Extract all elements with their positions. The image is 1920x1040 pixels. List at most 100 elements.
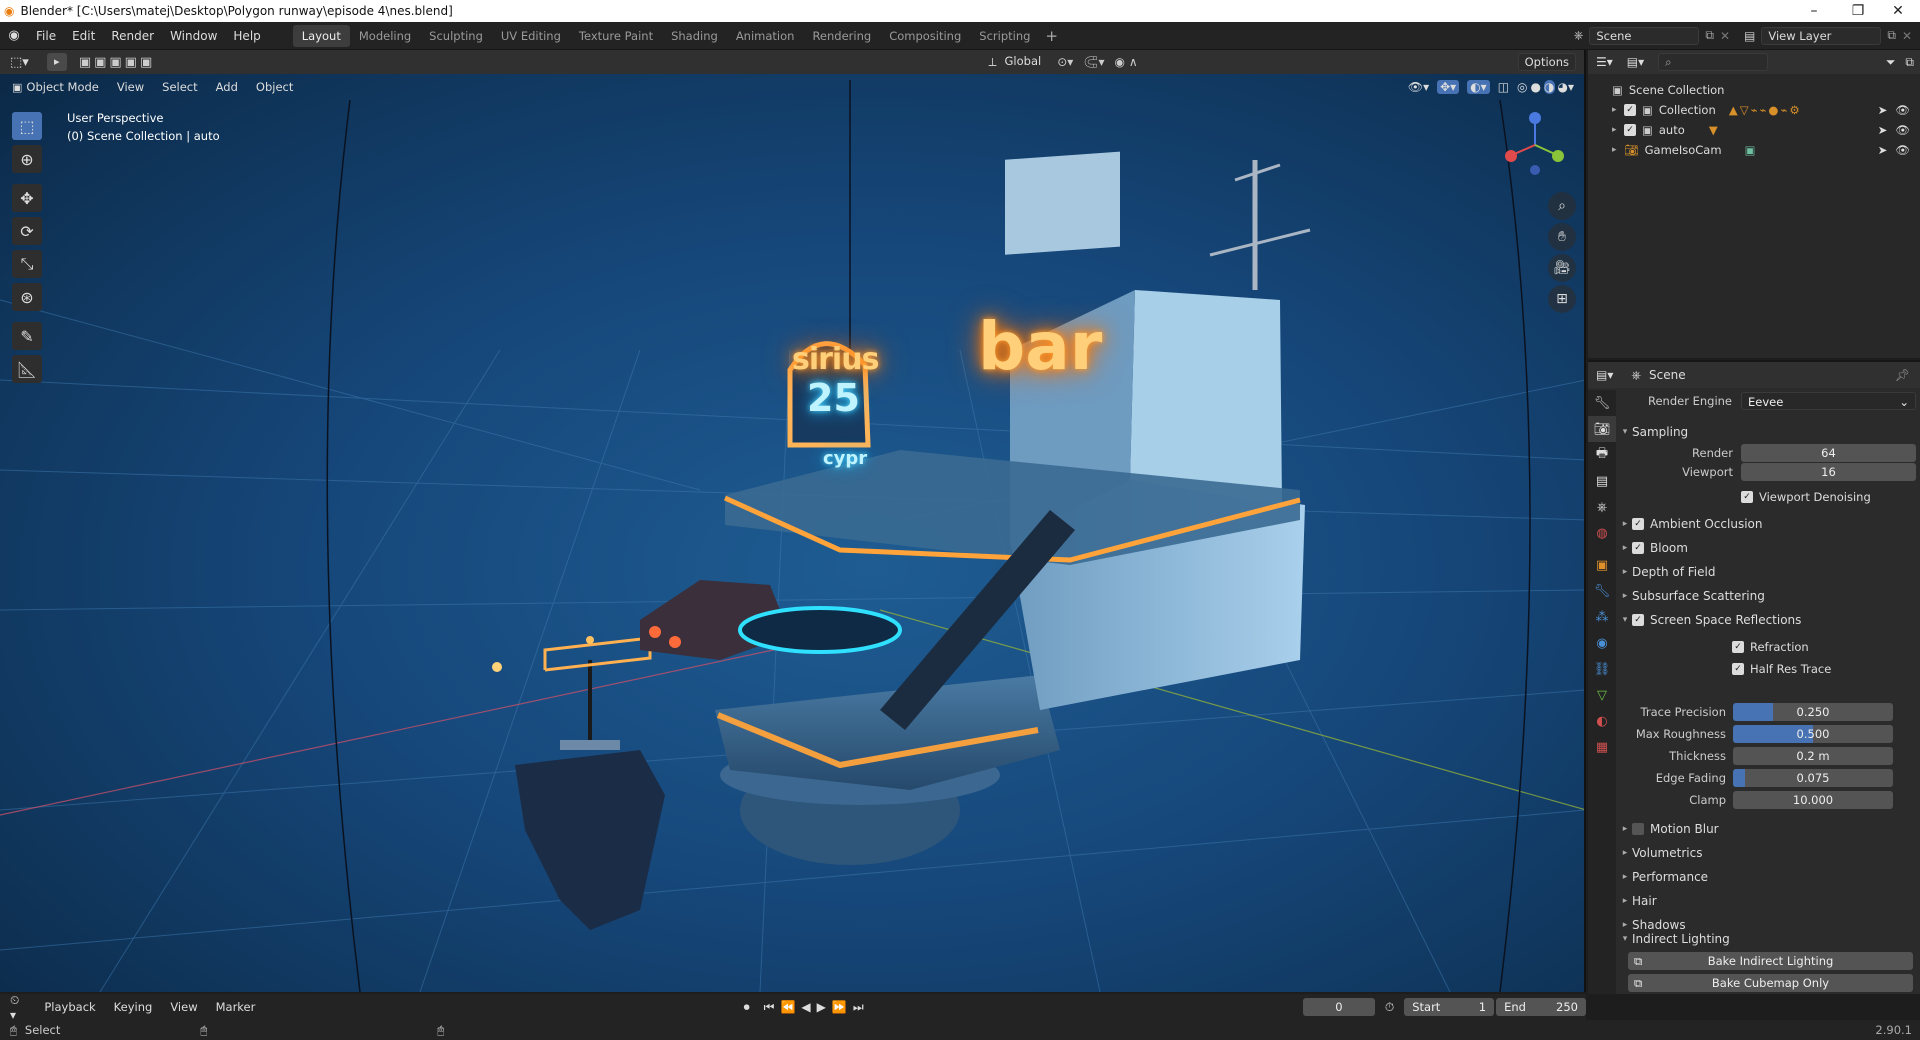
play-reverse-icon[interactable]: ◀	[801, 1000, 810, 1014]
jump-start-icon[interactable]: ⏮	[764, 1000, 775, 1015]
gizmo-toggle-icon[interactable]: ✥▾	[1437, 80, 1460, 94]
shading-rendered-icon[interactable]: ◕▾	[1558, 80, 1575, 94]
modifier-tab-icon[interactable]: 🔧︎	[1588, 578, 1616, 604]
sampling-panel-header[interactable]: ▾ Sampling	[1618, 420, 1916, 444]
select-tool-icon[interactable]: ▸	[46, 53, 67, 71]
max-roughness-slider[interactable]: 0.500	[1733, 725, 1893, 743]
end-frame-field[interactable]: End 250	[1496, 998, 1586, 1016]
outliner-editor-icon[interactable]: ☰▾	[1596, 55, 1613, 69]
editor-type-icon[interactable]: ⬚▾	[10, 55, 29, 70]
menu-view[interactable]: View	[108, 80, 153, 94]
navigation-gizmo[interactable]	[1500, 110, 1570, 180]
timeline-editor-icon[interactable]: ⏲▾	[10, 993, 25, 1022]
viewport-denoising-checkbox[interactable]: ✓	[1741, 491, 1753, 503]
annotate-tool[interactable]: ✎	[12, 322, 42, 350]
zoom-icon[interactable]: ⌕	[1548, 192, 1576, 220]
auto-checkbox[interactable]: ✓	[1624, 124, 1636, 136]
tab-rendering[interactable]: Rendering	[803, 25, 880, 47]
selectable-toggle-icon[interactable]: ➤	[1878, 143, 1888, 157]
pan-hand-icon[interactable]: ✋︎	[1548, 223, 1576, 251]
ambient-occlusion-panel[interactable]: ▸ ✓ Ambient Occlusion	[1618, 512, 1916, 536]
scale-tool[interactable]: ⤡	[12, 250, 42, 278]
outliner-row-auto[interactable]: ▸ ✓ ▣ auto ▼ ➤ 👁︎	[1588, 120, 1920, 140]
shading-wireframe-icon[interactable]: ◎	[1517, 80, 1527, 94]
maximize-button[interactable]: ❐	[1836, 0, 1880, 22]
select-box-tool[interactable]: ⬚	[12, 112, 42, 140]
properties-editor-icon[interactable]: ▤▾	[1596, 368, 1613, 382]
menu-object[interactable]: Object	[247, 80, 302, 94]
3d-viewport[interactable]: sirius 25 bar cypr ⬚▾ ▸ ▣▣▣▣▣ ⟂ Global ⊙…	[0, 50, 1586, 992]
play-icon[interactable]: ▶	[817, 1000, 826, 1014]
stopwatch-icon[interactable]: ⏱	[1385, 1000, 1394, 1015]
orientation-icon[interactable]: ⟂	[989, 55, 997, 70]
jump-end-icon[interactable]: ⏭	[853, 1000, 864, 1015]
menu-add[interactable]: Add	[207, 80, 247, 94]
outliner-row-scene-collection[interactable]: ▣ Scene Collection	[1588, 80, 1920, 100]
blender-menu-icon[interactable]: ◉	[0, 28, 28, 43]
bloom-panel[interactable]: ▸ ✓ Bloom	[1618, 536, 1916, 560]
options-dropdown[interactable]: Options	[1517, 53, 1576, 71]
visibility-toggle-icon[interactable]: 👁︎	[1895, 123, 1910, 137]
overlay-toggle-icon[interactable]: ◐▾	[1467, 80, 1490, 94]
xray-icon[interactable]: ◫	[1498, 80, 1509, 94]
outliner-row-gameisocam[interactable]: ▸ 📷︎ GameIsoCam ▣ ➤ 👁︎	[1588, 140, 1920, 160]
shading-solid-icon[interactable]: ●	[1531, 80, 1541, 94]
output-tab-icon[interactable]: 🖶︎	[1588, 442, 1616, 468]
delete-view-layer-icon[interactable]: ✕	[1902, 29, 1912, 43]
close-button[interactable]: ✕	[1876, 0, 1920, 22]
render-engine-dropdown[interactable]: Eevee ⌄	[1741, 392, 1916, 410]
half-res-trace-row[interactable]: ✓ Half Res Trace	[1732, 657, 1902, 681]
selectable-toggle-icon[interactable]: ➤	[1878, 123, 1888, 137]
subsurface-scattering-panel[interactable]: ▸ Subsurface Scattering	[1618, 584, 1916, 608]
bloom-checkbox[interactable]: ✓	[1632, 542, 1644, 554]
data-tab-icon[interactable]: ▽	[1588, 682, 1616, 708]
volumetrics-panel[interactable]: ▸ Volumetrics	[1618, 841, 1916, 865]
scene-tab-icon[interactable]: ⎈	[1588, 494, 1616, 520]
ambient-occlusion-checkbox[interactable]: ✓	[1632, 518, 1644, 530]
cursor-tool[interactable]: ⊕	[12, 145, 42, 173]
scene-icon[interactable]: ⎈	[1574, 28, 1584, 43]
depth-of-field-panel[interactable]: ▸ Depth of Field	[1618, 560, 1916, 584]
tab-modeling[interactable]: Modeling	[350, 25, 420, 47]
measure-tool[interactable]: 📐︎	[12, 355, 42, 383]
timeline-view-menu[interactable]: View	[161, 1000, 206, 1014]
new-scene-icon[interactable]: ⧉	[1705, 28, 1714, 43]
move-tool[interactable]: ✥	[12, 184, 42, 212]
transform-orientation[interactable]: Global	[999, 53, 1048, 71]
delete-scene-icon[interactable]: ✕	[1720, 29, 1730, 43]
selectable-toggle-icon[interactable]: ➤	[1878, 103, 1888, 117]
rotate-tool[interactable]: ⟳	[12, 217, 42, 245]
expand-arrow-icon[interactable]: ▸	[1612, 125, 1624, 135]
view-layer-icon[interactable]: ▤	[1744, 29, 1755, 43]
world-tab-icon[interactable]: ◍	[1588, 520, 1616, 546]
current-frame-field[interactable]: 0	[1302, 998, 1375, 1016]
render-tab-icon[interactable]: 📷︎	[1588, 416, 1616, 442]
menu-window[interactable]: Window	[162, 22, 225, 50]
add-workspace-icon[interactable]: +	[1039, 27, 1064, 45]
outliner-search-input[interactable]: ⌕	[1658, 53, 1769, 71]
ssr-panel[interactable]: ▾ ✓ Screen Space Reflections	[1618, 608, 1916, 632]
menu-select[interactable]: Select	[153, 80, 206, 94]
view-layer-selector[interactable]: View Layer	[1761, 26, 1882, 45]
collection-checkbox[interactable]: ✓	[1624, 104, 1636, 116]
select-mode-icons[interactable]: ▣▣▣▣▣	[79, 55, 155, 70]
outliner-row-collection[interactable]: ▸ ✓ ▣ Collection ▲▽⌁⌁●⌁⚙ ➤ 👁︎	[1588, 100, 1920, 120]
indirect-lighting-panel[interactable]: ▾ Indirect Lighting	[1618, 927, 1916, 951]
performance-panel[interactable]: ▸ Performance	[1618, 865, 1916, 889]
motion-blur-checkbox[interactable]	[1632, 823, 1644, 835]
visibility-toggle-icon[interactable]: 👁︎	[1895, 143, 1910, 157]
ssr-checkbox[interactable]: ✓	[1632, 614, 1644, 626]
hair-panel[interactable]: ▸ Hair	[1618, 889, 1916, 913]
keying-menu[interactable]: Keying	[105, 1000, 162, 1014]
menu-edit[interactable]: Edit	[64, 22, 103, 50]
bake-indirect-lighting-button[interactable]: ⧉ Bake Indirect Lighting	[1628, 952, 1913, 970]
marker-menu[interactable]: Marker	[207, 1000, 265, 1014]
camera-view-icon[interactable]: 🎥︎	[1548, 254, 1576, 282]
expand-arrow-icon[interactable]: ▸	[1612, 105, 1624, 115]
texture-tab-icon[interactable]: ▦	[1588, 734, 1616, 760]
edge-fading-slider[interactable]: 0.075	[1733, 769, 1893, 787]
object-mode-dropdown[interactable]: Object Mode	[22, 80, 107, 94]
tool-tab-icon[interactable]: 🔧︎	[1588, 390, 1616, 416]
menu-render[interactable]: Render	[103, 22, 162, 50]
refraction-row[interactable]: ✓ Refraction	[1732, 635, 1902, 659]
